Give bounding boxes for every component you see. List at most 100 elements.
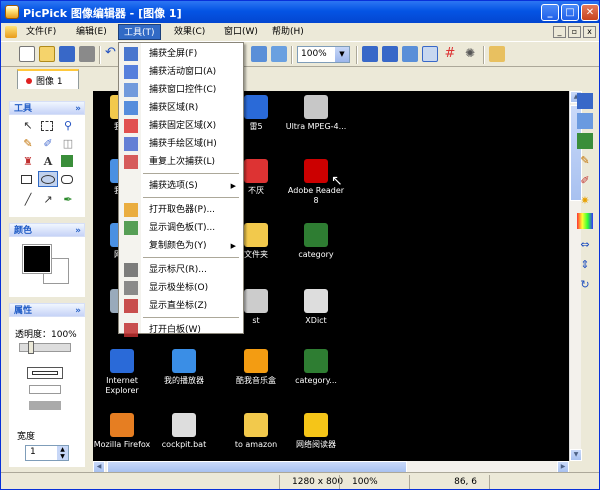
tab-image-1[interactable]: 图像 1 bbox=[17, 69, 79, 89]
save-icon[interactable] bbox=[59, 46, 75, 62]
tools-panel-header[interactable]: 工具 » bbox=[9, 101, 85, 115]
pen-icon[interactable]: ✐ bbox=[577, 173, 593, 189]
sparkle-icon[interactable]: ✷ bbox=[577, 193, 593, 209]
rectangle-icon[interactable] bbox=[21, 175, 32, 184]
print-icon[interactable] bbox=[79, 46, 95, 62]
rotate-icon[interactable]: ↻ bbox=[577, 277, 593, 293]
select-rect-icon[interactable] bbox=[41, 121, 53, 131]
color-picker-icon bbox=[124, 203, 138, 217]
resize-icon[interactable] bbox=[271, 46, 287, 62]
color-effect-icon[interactable] bbox=[577, 213, 593, 229]
minimize-button[interactable]: _ bbox=[541, 4, 559, 21]
resize-image-icon[interactable] bbox=[577, 113, 593, 129]
zoom-select[interactable]: 100% ▼ bbox=[297, 46, 350, 63]
menu-item[interactable]: 捕获窗口控件(C) bbox=[120, 81, 242, 99]
crop-icon[interactable] bbox=[577, 93, 593, 109]
menu-window[interactable]: 窗口(W) bbox=[219, 24, 263, 40]
properties-panel-header[interactable]: 属性 » bbox=[9, 303, 85, 317]
brush-icon[interactable]: ✐ bbox=[41, 137, 55, 151]
ellipse-icon bbox=[41, 175, 55, 184]
flip-vertical-icon[interactable]: ⇕ bbox=[577, 257, 593, 273]
draw-icon[interactable]: ✎ bbox=[577, 153, 593, 169]
opacity-slider[interactable] bbox=[19, 341, 71, 354]
new-icon[interactable] bbox=[19, 46, 35, 62]
menu-item[interactable]: 显示直坐标(Z) bbox=[120, 297, 242, 315]
menu-item[interactable]: 打开白板(W) bbox=[120, 321, 242, 339]
collapse-icon[interactable]: » bbox=[75, 304, 81, 318]
menu-item[interactable]: 显示极坐标(O) bbox=[120, 279, 242, 297]
desktop-icon[interactable]: XDict bbox=[285, 289, 347, 326]
close-button[interactable]: ✕ bbox=[581, 4, 599, 21]
menu-help[interactable]: 帮助(H) bbox=[267, 24, 309, 40]
open-icon[interactable] bbox=[39, 46, 55, 62]
capture-icon[interactable] bbox=[489, 46, 505, 62]
menu-item[interactable]: 捕获全屏(F) bbox=[120, 45, 242, 63]
magnifier-icon[interactable]: ⚲ bbox=[61, 119, 75, 133]
maximize-button[interactable]: □ bbox=[561, 4, 579, 21]
desktop-icon[interactable]: Ultra MPEG-4... bbox=[285, 95, 347, 132]
menu-item[interactable]: 显示调色板(T)... bbox=[120, 219, 242, 237]
menu-item[interactable]: 复制颜色为(Y) ▶ bbox=[120, 237, 242, 255]
desktop-icon[interactable]: 我的播放器 bbox=[153, 349, 215, 386]
line-style-thick[interactable] bbox=[29, 401, 61, 410]
line-style-thin[interactable] bbox=[27, 367, 63, 379]
text-icon[interactable]: A bbox=[41, 155, 55, 169]
menu-item[interactable]: 捕获手绘区域(H) bbox=[120, 135, 242, 153]
menu-tools[interactable]: 工具(T) bbox=[118, 24, 161, 40]
desktop-icon[interactable]: cockpit.bat bbox=[153, 413, 215, 450]
app-icon[interactable] bbox=[5, 5, 19, 19]
menu-effects[interactable]: 效果(C) bbox=[169, 24, 210, 40]
pointer-icon[interactable]: ↖ bbox=[21, 119, 35, 133]
width-stepper[interactable]: 1 ▲ ▼ bbox=[25, 445, 69, 461]
menu-item[interactable]: 捕获固定区域(X) bbox=[120, 117, 242, 135]
desktop-icon[interactable]: category bbox=[285, 223, 347, 260]
desktop-icon-label: 酷我音乐盒 bbox=[236, 376, 276, 385]
crosshair-icon[interactable]: ✺ bbox=[462, 46, 478, 62]
menu-edit[interactable]: 编辑(E) bbox=[71, 24, 112, 40]
pencil-icon[interactable]: ✎ bbox=[21, 137, 35, 151]
arrow-icon[interactable]: ↗ bbox=[41, 193, 55, 207]
mdi-restore-button[interactable]: ▫ bbox=[568, 26, 581, 38]
collapse-icon[interactable]: » bbox=[75, 102, 81, 116]
eyedropper-icon[interactable]: ✒ bbox=[61, 193, 75, 207]
rounded-rect-icon[interactable] bbox=[61, 175, 73, 184]
chevron-down-icon[interactable]: ▼ bbox=[335, 47, 349, 62]
menu-item[interactable]: 捕获区域(R) bbox=[120, 99, 242, 117]
grid-icon[interactable]: # bbox=[442, 46, 458, 62]
fill-icon[interactable]: ♜ bbox=[21, 155, 35, 169]
title-bar[interactable]: PicPick 图像编辑器 - [图像 1] _ □ ✕ bbox=[1, 1, 599, 23]
menu-item[interactable]: 打开取色器(P)... bbox=[120, 201, 242, 219]
image-icon[interactable] bbox=[251, 46, 267, 62]
menu-file[interactable]: 文件(F) bbox=[21, 24, 61, 40]
color-panel-header[interactable]: 颜色 » bbox=[9, 223, 85, 237]
grid-effect-icon[interactable] bbox=[577, 133, 593, 149]
flip-horizontal-icon[interactable]: ⇔ bbox=[577, 237, 593, 253]
mdi-close-button[interactable]: x bbox=[583, 26, 596, 38]
fit-icon[interactable] bbox=[362, 46, 378, 62]
menu-item[interactable]: 捕获活动窗口(A) bbox=[120, 63, 242, 81]
desktop-icon[interactable]: 网络阅读器 bbox=[285, 413, 347, 450]
foreground-color-swatch[interactable] bbox=[22, 244, 52, 274]
zoom-icon[interactable] bbox=[402, 46, 418, 62]
menu-item[interactable]: 显示标尺(R)... bbox=[120, 261, 242, 279]
line-style-medium[interactable] bbox=[29, 385, 61, 394]
stamp-icon[interactable] bbox=[61, 155, 73, 167]
desktop-icon[interactable]: to amazon bbox=[225, 413, 287, 450]
doc-icon[interactable] bbox=[5, 26, 17, 38]
mdi-minimize-button[interactable]: _ bbox=[553, 26, 566, 38]
opacity-slider-thumb[interactable] bbox=[28, 341, 34, 354]
desktop-icon[interactable]: 酷我音乐盒 bbox=[225, 349, 287, 386]
window-mode-icon[interactable] bbox=[422, 46, 438, 62]
scroll-down-icon[interactable]: ▼ bbox=[570, 449, 582, 461]
spin-icon[interactable]: ▲ ▼ bbox=[57, 446, 68, 460]
menu-item[interactable]: 捕获选项(S) ▶ bbox=[120, 177, 242, 195]
desktop-icon[interactable]: Mozilla Firefox bbox=[93, 413, 153, 450]
actual-size-icon[interactable] bbox=[382, 46, 398, 62]
desktop-icon[interactable]: category... bbox=[285, 349, 347, 386]
eraser-icon[interactable]: ◫ bbox=[61, 137, 75, 151]
ellipse-tool-button[interactable] bbox=[38, 171, 58, 187]
desktop-icon[interactable]: Internet Explorer bbox=[93, 349, 153, 396]
collapse-icon[interactable]: » bbox=[75, 224, 81, 238]
line-icon[interactable]: ╱ bbox=[21, 193, 35, 207]
menu-item[interactable]: 重复上次捕获(L) bbox=[120, 153, 242, 171]
